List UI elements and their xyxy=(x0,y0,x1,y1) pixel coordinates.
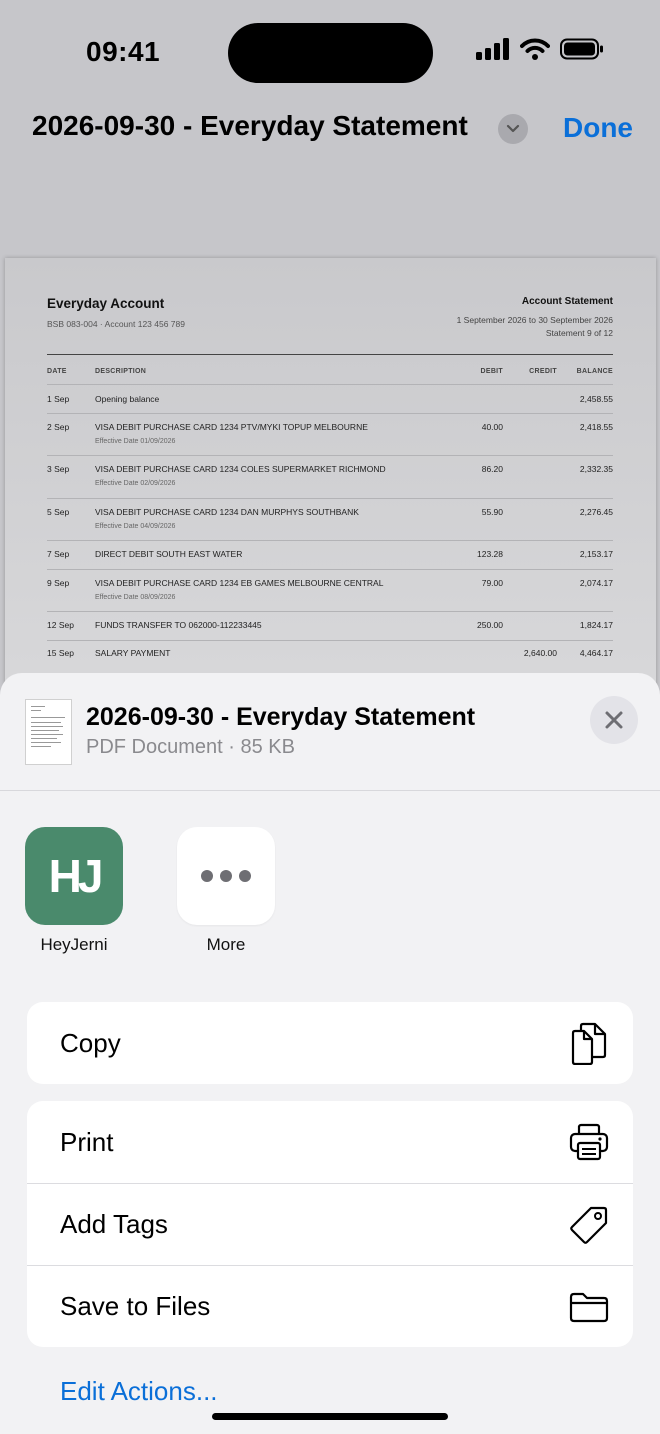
share-file-name: 2026-09-30 - Everyday Statement xyxy=(86,703,476,731)
tag-icon xyxy=(569,1205,609,1245)
app-label-heyjerni: HeyJerni xyxy=(40,935,108,954)
action-add-tags[interactable]: Add Tags xyxy=(27,1183,633,1265)
document-title[interactable]: 2026-09-30 - Everyday Statement xyxy=(32,110,468,142)
more-icon xyxy=(201,870,251,882)
action-label: Copy xyxy=(60,1027,121,1058)
row-divider xyxy=(47,569,613,570)
header-divider xyxy=(47,354,613,355)
action-copy[interactable]: Copy xyxy=(27,1002,633,1084)
copy-icon xyxy=(569,1022,609,1065)
table-header: DATE DESCRIPTION DEBIT CREDIT BALANCE xyxy=(47,368,613,382)
folder-icon xyxy=(569,1287,609,1327)
done-button[interactable]: Done xyxy=(563,112,633,144)
cellular-signal-icon xyxy=(476,38,509,60)
statement-number: Statement 9 of 12 xyxy=(545,328,613,338)
chevron-down-icon xyxy=(506,124,520,133)
statement-period: 1 September 2026 to 30 September 2026 xyxy=(456,315,613,325)
action-save-to-files[interactable]: Save to Files xyxy=(27,1265,633,1347)
share-sheet-header: 2026-09-30 - Everyday Statement PDF Docu… xyxy=(0,673,660,791)
document-preview: Everyday Account BSB 083-004 · Account 1… xyxy=(5,258,656,698)
row-divider xyxy=(47,611,613,612)
row-divider xyxy=(47,413,613,414)
app-label-more: More xyxy=(206,935,246,954)
status-bar: 09:41 xyxy=(0,0,660,100)
title-menu-button[interactable] xyxy=(498,114,528,144)
statement-title: Account Statement xyxy=(521,296,613,307)
action-label: Print xyxy=(60,1126,114,1157)
share-sheet: 2026-09-30 - Everyday Statement PDF Docu… xyxy=(0,673,660,1434)
share-file-meta: PDF Document · 85 KB xyxy=(86,736,295,758)
close-icon xyxy=(605,711,623,729)
app-heyjerni[interactable]: HJ xyxy=(25,827,123,925)
column-header-date: DATE xyxy=(47,368,67,375)
action-print[interactable]: Print xyxy=(27,1101,633,1183)
heyjerni-app-icon: HJ xyxy=(48,850,104,902)
app-more[interactable] xyxy=(177,827,275,925)
edit-actions-link[interactable]: Edit Actions... xyxy=(60,1376,218,1407)
home-indicator[interactable] xyxy=(212,1413,448,1420)
account-name: Everyday Account xyxy=(47,296,165,311)
account-details: BSB 083-004 · Account 123 456 789 xyxy=(47,319,185,329)
row-divider xyxy=(47,640,613,641)
row-divider xyxy=(47,540,613,541)
document-thumbnail xyxy=(25,699,72,765)
column-header-debit: DEBIT xyxy=(480,368,503,375)
actions-group-1: Copy xyxy=(27,1002,633,1084)
column-header-description: DESCRIPTION xyxy=(95,368,147,375)
action-label: Add Tags xyxy=(60,1209,168,1239)
battery-icon xyxy=(560,38,603,60)
dynamic-island xyxy=(228,23,433,83)
printer-icon xyxy=(569,1122,609,1162)
close-button[interactable] xyxy=(590,696,638,744)
status-time: 09:41 xyxy=(86,36,161,67)
row-divider xyxy=(47,384,613,385)
column-header-credit: CREDIT xyxy=(529,368,557,375)
wifi-icon xyxy=(520,38,550,60)
row-divider xyxy=(47,498,613,499)
action-label: Save to Files xyxy=(60,1291,211,1321)
status-icons xyxy=(476,38,604,60)
actions-group-2: Print Add Tags Save to Files xyxy=(27,1101,633,1347)
column-header-balance: BALANCE xyxy=(576,368,613,375)
row-divider xyxy=(47,455,613,456)
